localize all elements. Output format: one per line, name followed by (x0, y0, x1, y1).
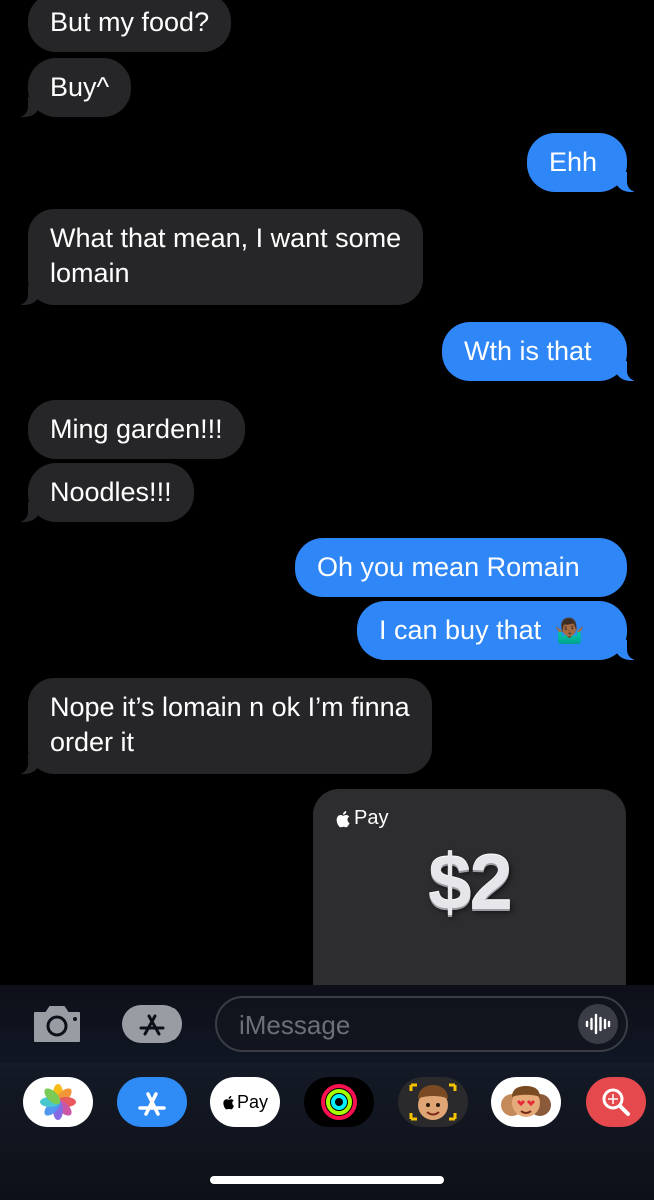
home-indicator[interactable] (210, 1176, 444, 1184)
message-text: Ming garden!!! (50, 414, 223, 444)
imessage-placeholder: iMessage (239, 1010, 351, 1040)
message-bubble-incoming[interactable]: But my food? (28, 0, 232, 52)
memoji-stickers-app[interactable] (491, 1077, 561, 1127)
message-bubble-outgoing[interactable]: I can buy that 🤷🏾‍♂️ (357, 601, 641, 660)
message-text-line: order it (50, 727, 135, 757)
memoji-app-icon (409, 1083, 457, 1121)
message-text: Buy^ (50, 72, 110, 102)
message-bubble-incoming[interactable]: Ming garden!!! (28, 400, 245, 459)
audio-message-button[interactable] (578, 1004, 618, 1044)
message-text-line: What that mean, I want some (50, 223, 402, 253)
apple-pay-label: Pay (335, 807, 388, 830)
message-text: But my food? (50, 7, 210, 37)
apple-pay-card[interactable]: Pay $2 (313, 789, 626, 990)
message-bubble-outgoing[interactable]: Wth is that (442, 322, 641, 381)
message-bubble-outgoing[interactable]: Oh you mean Romain (295, 538, 627, 597)
photos-app-icon (40, 1084, 76, 1120)
message-text: Wth is that (464, 336, 592, 366)
imessage-input[interactable]: iMessage (215, 996, 628, 1052)
image-search-app-icon (602, 1088, 630, 1116)
image-search-app[interactable] (586, 1077, 646, 1127)
apple-pay-amount: $2 (428, 838, 513, 926)
apple-pay-app[interactable]: Pay (210, 1077, 280, 1127)
app-store-icon (122, 1005, 182, 1043)
audio-waveform-icon (585, 1013, 611, 1035)
message-text-line: Nope it’s lomain n ok I’m finna (50, 692, 410, 722)
app-store-app-icon (138, 1092, 166, 1116)
message-bubble-outgoing[interactable]: Ehh (527, 133, 641, 192)
activity-app-icon (321, 1084, 357, 1120)
apple-logo-icon (336, 810, 350, 827)
shrug-emoji: 🤷🏾‍♂️ (554, 618, 585, 645)
apple-pay-text: Pay (354, 807, 389, 829)
message-bubble-incoming[interactable]: What that mean, I want some lomain (13, 209, 424, 305)
message-text: Ehh (549, 147, 598, 177)
memoji-stickers-app-icon (501, 1086, 551, 1117)
camera-icon (34, 1006, 80, 1042)
message-text: Noodles!!! (50, 477, 172, 507)
message-thread[interactable]: But my food? Buy^ Ehh What that mean, I … (0, 0, 654, 990)
apple-pay-app-label: Pay (236, 1091, 269, 1112)
message-text: I can buy that (379, 615, 542, 645)
photos-app[interactable] (23, 1077, 93, 1127)
apple-pay-app-icon (223, 1095, 234, 1109)
compose-bar: iMessage (0, 985, 654, 1063)
apps-button[interactable] (121, 1003, 185, 1045)
message-bubble-incoming[interactable]: Buy^ (13, 58, 132, 117)
message-bubble-incoming[interactable]: Noodles!!! (14, 463, 194, 522)
message-text-line: lomain (50, 258, 130, 288)
activity-app[interactable] (304, 1077, 374, 1127)
camera-button[interactable] (31, 1003, 83, 1045)
message-bubble-incoming[interactable]: Nope it’s lomain n ok I’m finna order it (14, 678, 432, 774)
message-text: Oh you mean Romain (317, 552, 580, 582)
memoji-app[interactable] (398, 1077, 468, 1127)
app-store-app[interactable] (117, 1077, 187, 1127)
